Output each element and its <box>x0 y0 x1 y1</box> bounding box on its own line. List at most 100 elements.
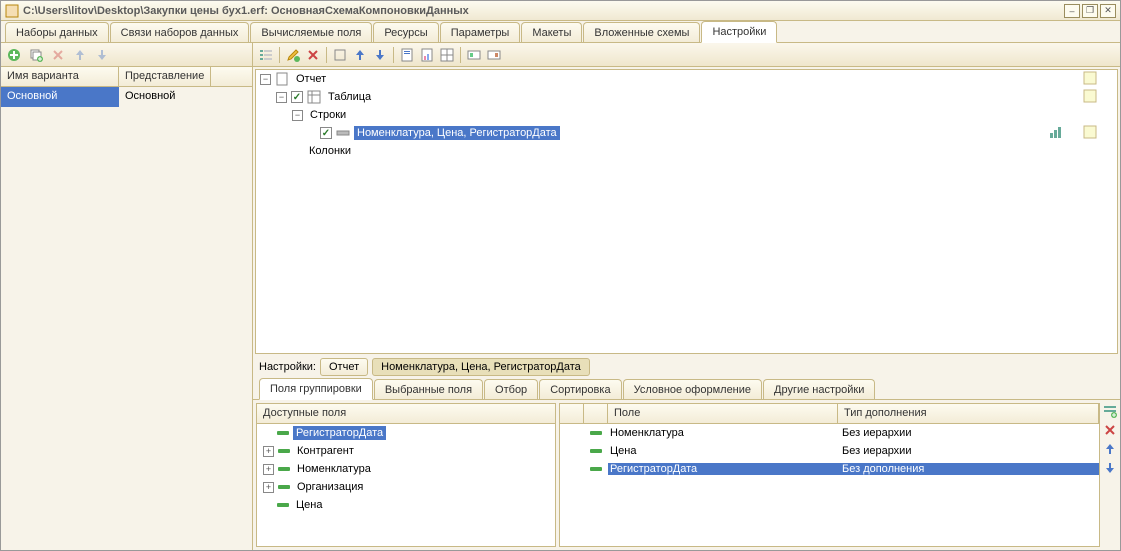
subtab-selected-fields[interactable]: Выбранные поля <box>374 379 483 399</box>
tree-cols[interactable]: Колонки <box>306 144 354 158</box>
move-down-button[interactable] <box>93 46 111 64</box>
breadcrumb-fields[interactable]: Номенклатура, Цена, РегистраторДата <box>372 358 590 376</box>
expand-icon[interactable]: + <box>263 464 274 475</box>
report-icon[interactable] <box>398 46 416 64</box>
collapse-icon[interactable]: − <box>260 74 271 85</box>
up-button[interactable] <box>351 46 369 64</box>
col-field: Поле <box>608 404 838 423</box>
tab-label: Связи наборов данных <box>121 27 239 39</box>
minimize-button[interactable]: – <box>1064 4 1080 18</box>
field-icon <box>590 449 602 453</box>
field-row[interactable]: РегистраторДата Без дополнения <box>560 460 1099 478</box>
avail-item[interactable]: +Организация <box>257 478 555 496</box>
edit-button[interactable] <box>284 46 302 64</box>
tab-settings[interactable]: Настройки <box>701 21 777 43</box>
field-row[interactable]: Цена Без иерархии <box>560 442 1099 460</box>
variant-icon[interactable] <box>465 46 483 64</box>
tab-templates[interactable]: Макеты <box>521 22 582 42</box>
stat-icon[interactable] <box>1049 125 1063 142</box>
col-variant-name: Имя варианта <box>1 67 119 86</box>
variant-row[interactable]: Основной Основной <box>1 87 252 107</box>
items-button[interactable] <box>257 46 275 64</box>
props-icon[interactable] <box>1083 89 1097 106</box>
table-icon <box>307 90 321 104</box>
tab-parameters[interactable]: Параметры <box>440 22 521 42</box>
avail-label: Контрагент <box>294 444 357 458</box>
breadcrumb-report[interactable]: Отчет <box>320 358 368 376</box>
avail-label: Цена <box>293 498 325 512</box>
tree-table[interactable]: Таблица <box>325 90 374 104</box>
subtab-sort[interactable]: Сортировка <box>539 379 621 399</box>
side-up-button[interactable] <box>1102 441 1118 457</box>
field-name: Номенклатура <box>610 427 684 439</box>
collapse-icon[interactable]: − <box>276 92 287 103</box>
items2-button[interactable] <box>331 46 349 64</box>
variants-panel: Имя варианта Представление Основной Осно… <box>1 43 253 550</box>
field-type: Без дополнения <box>842 463 924 475</box>
group-fields-panel: Поле Тип дополнения Номенклатура Без иер… <box>559 403 1100 547</box>
subtab-label: Другие настройки <box>774 384 864 396</box>
breadcrumb-label: Настройки: <box>259 361 316 373</box>
tab-datasets[interactable]: Наборы данных <box>5 22 109 42</box>
tab-nested-schemas[interactable]: Вложенные схемы <box>583 22 700 42</box>
subtab-filter[interactable]: Отбор <box>484 379 538 399</box>
app-icon <box>5 4 19 18</box>
tab-calc-fields[interactable]: Вычисляемые поля <box>250 22 372 42</box>
tab-dataset-links[interactable]: Связи наборов данных <box>110 22 250 42</box>
avail-item[interactable]: Цена <box>257 496 555 514</box>
side-add-button[interactable] <box>1102 403 1118 419</box>
move-up-button[interactable] <box>71 46 89 64</box>
variant2-icon[interactable] <box>485 46 503 64</box>
field-name: Цена <box>610 445 636 457</box>
remove-button[interactable] <box>304 46 322 64</box>
grid-icon[interactable] <box>438 46 456 64</box>
side-buttons <box>1100 400 1120 550</box>
field-type: Без иерархии <box>842 427 911 439</box>
subtab-group-fields[interactable]: Поля группировки <box>259 378 373 400</box>
fields-header: Поле Тип дополнения <box>560 404 1099 424</box>
col-presentation: Представление <box>119 67 211 86</box>
variants-toolbar <box>1 43 252 67</box>
subtab-other[interactable]: Другие настройки <box>763 379 875 399</box>
tree-row-fields[interactable]: Номенклатура, Цена, РегистраторДата <box>354 126 560 140</box>
report2-icon[interactable] <box>418 46 436 64</box>
fields-checkbox[interactable] <box>320 127 332 139</box>
tab-label: Параметры <box>451 27 510 39</box>
group-icon <box>336 126 350 140</box>
copy-button[interactable] <box>27 46 45 64</box>
settings-panel: − Отчет − Таблица − Строки Номенклатура,… <box>253 43 1120 550</box>
avail-item[interactable]: +Номенклатура <box>257 460 555 478</box>
fields-area: Доступные поля РегистраторДата +Контраге… <box>253 400 1120 550</box>
down-button[interactable] <box>371 46 389 64</box>
report-node-icon <box>275 72 289 86</box>
maximize-button[interactable]: ❐ <box>1082 4 1098 18</box>
subtab-conditional[interactable]: Условное оформление <box>623 379 762 399</box>
subtab-label: Выбранные поля <box>385 384 472 396</box>
subtab-label: Отбор <box>495 384 527 396</box>
main-tab-strip: Наборы данных Связи наборов данных Вычис… <box>1 21 1120 43</box>
close-button[interactable]: ✕ <box>1100 4 1116 18</box>
tree-rows[interactable]: Строки <box>307 108 349 122</box>
collapse-icon[interactable]: − <box>292 110 303 121</box>
side-del-button[interactable] <box>1102 422 1118 438</box>
avail-item[interactable]: + Контрагент <box>257 442 555 460</box>
delete-button[interactable] <box>49 46 67 64</box>
expand-icon[interactable]: + <box>263 446 274 457</box>
tree-root[interactable]: Отчет <box>293 72 329 86</box>
side-down-button[interactable] <box>1102 460 1118 476</box>
props-icon[interactable] <box>1083 71 1097 88</box>
field-row[interactable]: Номенклатура Без иерархии <box>560 424 1099 442</box>
table-checkbox[interactable] <box>291 91 303 103</box>
variant-repr-cell: Основной <box>119 87 237 107</box>
available-list[interactable]: РегистраторДата + Контрагент +Номенклатур… <box>257 424 555 546</box>
props-icon[interactable] <box>1083 125 1097 142</box>
add-button[interactable] <box>5 46 23 64</box>
expand-icon[interactable]: + <box>263 482 274 493</box>
avail-item[interactable]: РегистраторДата <box>257 424 555 442</box>
structure-tree[interactable]: − Отчет − Таблица − Строки Номенклатура,… <box>255 69 1118 354</box>
tab-label: Вычисляемые поля <box>261 27 361 39</box>
tab-label: Вложенные схемы <box>594 27 689 39</box>
tab-resources[interactable]: Ресурсы <box>373 22 438 42</box>
title-bar: C:\Users\litov\Desktop\Закупки цены бух1… <box>1 1 1120 21</box>
window-title: C:\Users\litov\Desktop\Закупки цены бух1… <box>23 5 1062 17</box>
